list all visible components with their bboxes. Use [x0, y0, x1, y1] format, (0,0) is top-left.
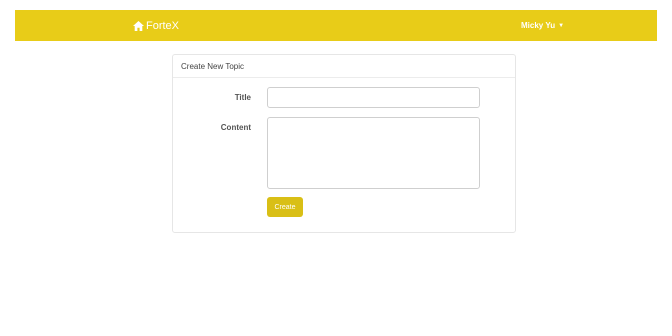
content-label: Content [220, 123, 251, 132]
page: ForteX Micky Yu ▼ Create New Topic Title… [0, 0, 672, 336]
content-textarea[interactable] [267, 117, 480, 189]
user-name: Micky Yu [521, 21, 556, 30]
brand-link[interactable]: ForteX [133, 10, 179, 41]
panel-heading: Create New Topic [173, 55, 515, 78]
create-button[interactable]: Create [267, 197, 303, 217]
brand-name: ForteX [146, 19, 180, 32]
title-input[interactable] [267, 87, 480, 108]
create-topic-panel: Create New Topic Title Content Create [172, 54, 516, 233]
caret-down-icon: ▼ [558, 22, 565, 29]
title-label: Title [234, 93, 251, 102]
user-menu-dropdown[interactable]: Micky Yu ▼ [521, 10, 564, 41]
navbar: ForteX Micky Yu ▼ [15, 10, 657, 41]
home-icon [133, 20, 144, 31]
